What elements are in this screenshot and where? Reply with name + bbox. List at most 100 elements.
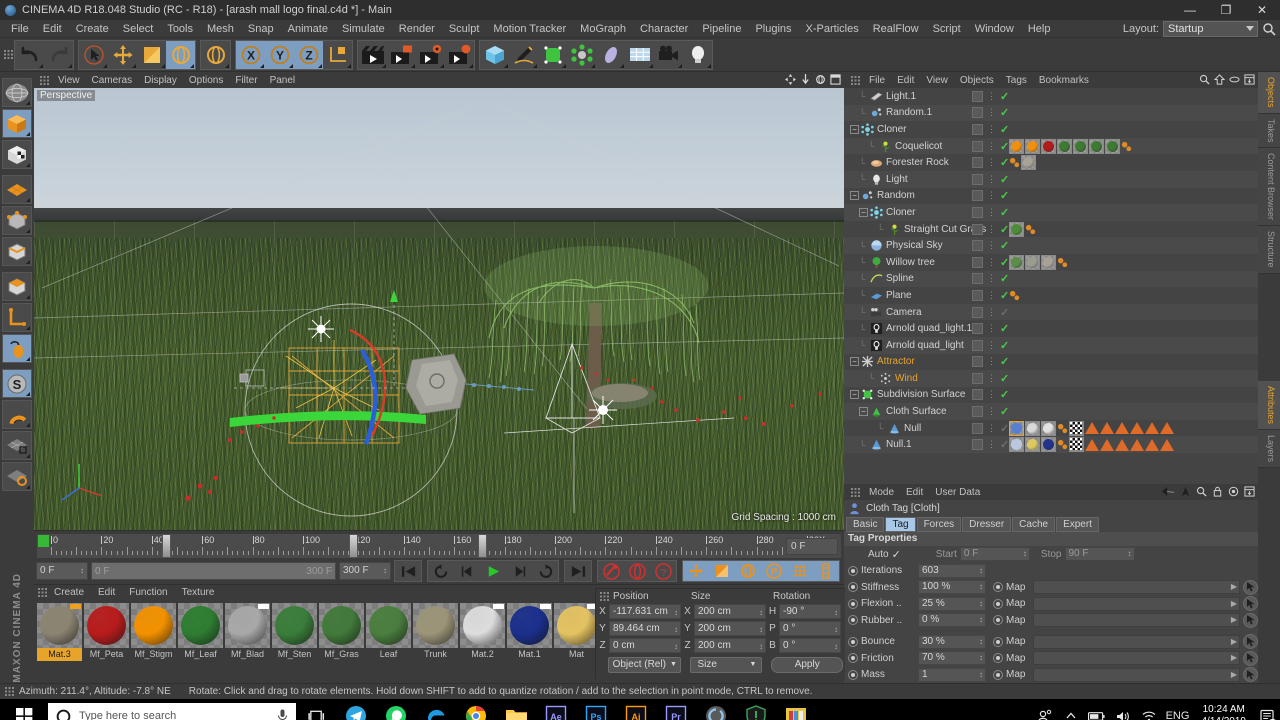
enable-checkmark[interactable]: ✓ xyxy=(1000,123,1009,136)
object-name[interactable]: Cloth Surface xyxy=(886,406,947,417)
z-axis-button[interactable]: Z xyxy=(294,40,323,69)
layer-swatch[interactable] xyxy=(972,206,983,218)
object-row[interactable]: └ Straight Cut Grass ⋮ ✓ xyxy=(844,221,1258,238)
enable-checkmark[interactable]: ✓ xyxy=(1000,239,1009,252)
expander-toggle[interactable]: − xyxy=(859,207,868,217)
object-menu-tags[interactable]: Tags xyxy=(1000,75,1033,86)
layer-swatch[interactable] xyxy=(972,422,983,434)
phong-tag[interactable] xyxy=(1009,157,1020,168)
menu-mesh[interactable]: Mesh xyxy=(200,20,241,38)
generator-button[interactable] xyxy=(538,41,567,69)
right-tab-takes[interactable]: Takes xyxy=(1258,113,1280,149)
map-field[interactable]: ▶ xyxy=(1033,596,1240,611)
right-tab-content-browser[interactable]: Content Browser xyxy=(1258,148,1280,227)
object-row[interactable]: └ Arnold quad_light ⋮ ✓ xyxy=(844,336,1258,354)
layer-swatch[interactable] xyxy=(972,389,983,401)
visibility-dots[interactable]: ⋮ xyxy=(987,207,996,217)
pan-icon[interactable] xyxy=(785,74,796,85)
viewport-menu-panel[interactable]: Panel xyxy=(264,75,302,86)
material-name[interactable]: Mf_Peta xyxy=(84,648,129,661)
stepper-icon[interactable]: ↕ xyxy=(1023,548,1027,560)
layer-swatch[interactable] xyxy=(972,123,983,135)
visibility-dots[interactable]: ⋮ xyxy=(987,307,996,317)
material-item[interactable]: Mf_Gras xyxy=(319,603,364,661)
material-menu-function[interactable]: Function xyxy=(122,587,174,598)
stepper-icon[interactable]: ↕ xyxy=(80,563,84,579)
size-field[interactable]: 200 cm ↕ xyxy=(694,638,766,653)
object-name[interactable]: Plane xyxy=(886,290,912,301)
size-field[interactable]: 200 cm ↕ xyxy=(694,604,766,619)
playhead-marker-3[interactable] xyxy=(478,534,487,558)
position-key-button[interactable] xyxy=(683,561,709,581)
enable-checkmark[interactable]: ✓ xyxy=(1000,438,1009,451)
object-row[interactable]: └ Light ⋮ ✓ xyxy=(844,170,1258,188)
menu-create[interactable]: Create xyxy=(69,20,116,38)
enable-checkmark[interactable]: ✓ xyxy=(1000,405,1009,418)
property-toggle[interactable] xyxy=(848,653,858,664)
frame-range-scroller[interactable]: 0 F 300 F xyxy=(91,562,336,580)
material-name[interactable]: Mf_Stigm xyxy=(131,648,176,661)
up-arrow-icon[interactable] xyxy=(1180,486,1191,497)
object-row[interactable]: − Attractor ⋮ ✓ xyxy=(844,354,1258,371)
stepper-icon[interactable]: ↕ xyxy=(979,652,983,664)
object-name[interactable]: Cloner xyxy=(886,207,915,218)
scale-button[interactable] xyxy=(137,41,166,69)
material-tag[interactable] xyxy=(1025,437,1040,453)
layer-swatch[interactable] xyxy=(972,406,983,418)
panel-grip-icon[interactable] xyxy=(851,487,860,497)
stepper-icon[interactable]: ↕ xyxy=(674,623,678,636)
material-name[interactable]: Mf_Leaf xyxy=(178,648,223,661)
autokeying-button[interactable] xyxy=(624,561,650,581)
chevron-right-icon[interactable]: ▶ xyxy=(1231,637,1237,646)
menu-realflow[interactable]: RealFlow xyxy=(866,20,926,38)
material-item[interactable]: Mat.2 xyxy=(460,603,505,661)
live-selection-button[interactable] xyxy=(79,41,108,69)
parameter-key-button[interactable] xyxy=(787,561,813,581)
menu-file[interactable]: File xyxy=(4,20,36,38)
taskbar-app-chrome[interactable] xyxy=(456,699,496,720)
object-row[interactable]: − Random ⋮ ✓ xyxy=(844,188,1258,205)
material-preview[interactable] xyxy=(272,603,317,648)
object-row[interactable]: └ Coquelicot ⋮ ✓ xyxy=(844,137,1258,155)
current-frame-field-right[interactable]: 0 F xyxy=(786,538,838,555)
rotation-field[interactable]: -90 ° ↕ xyxy=(779,604,841,619)
enable-checkmark[interactable]: ✓ xyxy=(1000,173,1009,186)
material-preview[interactable] xyxy=(131,603,176,648)
rotation-field[interactable]: 0 ° ↕ xyxy=(779,621,841,636)
enable-axis-button[interactable] xyxy=(2,334,32,363)
map-picker-button[interactable] xyxy=(1243,634,1258,650)
visibility-dots[interactable]: ⋮ xyxy=(987,357,996,366)
expander-toggle[interactable]: − xyxy=(850,357,859,367)
object-row[interactable]: └ Light.1 ⋮ ✓ xyxy=(844,88,1258,105)
object-name[interactable]: Subdivision Surface xyxy=(877,389,965,400)
right-tab-layers[interactable]: Layers xyxy=(1258,430,1280,469)
object-row[interactable]: └ Forester Rock ⋮ ✓ xyxy=(844,154,1258,171)
rotate-view-icon[interactable] xyxy=(815,74,826,85)
render-region-button[interactable] xyxy=(387,41,416,69)
menu-plugins[interactable]: Plugins xyxy=(748,20,798,38)
material-preview[interactable] xyxy=(178,603,223,648)
object-row[interactable]: └ Spline ⋮ ✓ xyxy=(844,270,1258,288)
material-tag[interactable] xyxy=(1025,138,1040,154)
property-toggle[interactable] xyxy=(848,669,858,680)
selection-tag[interactable] xyxy=(1130,438,1144,451)
object-name[interactable]: Camera xyxy=(886,307,922,318)
material-preview[interactable] xyxy=(507,603,552,648)
layer-swatch[interactable] xyxy=(972,157,983,169)
y-axis-button[interactable]: Y xyxy=(265,40,294,69)
menu-mograph[interactable]: MoGraph xyxy=(573,20,633,38)
object-menu-objects[interactable]: Objects xyxy=(954,75,1000,86)
material-name[interactable]: Mf_Blad xyxy=(225,648,270,661)
menu-render[interactable]: Render xyxy=(392,20,442,38)
viewport-menu-view[interactable]: View xyxy=(52,75,86,86)
layer-swatch[interactable] xyxy=(972,372,983,384)
visibility-dots[interactable]: ⋮ xyxy=(987,257,996,267)
attribute-tab-dresser[interactable]: Dresser xyxy=(962,517,1012,532)
expander-toggle[interactable]: − xyxy=(850,191,859,201)
play-backwards-button[interactable] xyxy=(428,561,454,581)
stepper-icon[interactable]: ↕ xyxy=(834,606,838,619)
show-hidden-icons-chevron[interactable] xyxy=(1058,699,1084,720)
property-toggle[interactable] xyxy=(848,582,858,593)
object-name[interactable]: Arnold quad_light xyxy=(886,340,964,351)
maximize-view-icon[interactable] xyxy=(830,74,841,85)
